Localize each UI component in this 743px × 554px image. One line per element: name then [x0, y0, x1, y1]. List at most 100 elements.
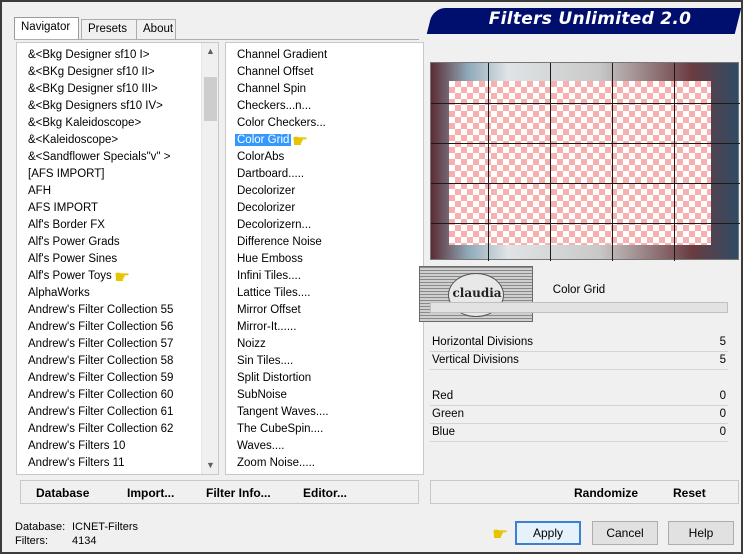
param-slider-track[interactable] [430, 423, 728, 424]
list-item[interactable]: Color Grid [228, 132, 329, 149]
list-item-label: Alf's Power Grads [28, 236, 120, 248]
list-item-label: &<Sandflower Specials"v" > [28, 151, 171, 163]
list-item[interactable]: Mirror Offset [228, 302, 329, 319]
list-item[interactable]: Andrew's Filter Collection 62 [19, 421, 173, 438]
list-item[interactable]: &<Bkg Kaleidoscope> [19, 115, 173, 132]
tab-navigator[interactable]: Navigator [14, 17, 79, 39]
tab-presets[interactable]: Presets [81, 19, 142, 39]
list-item[interactable]: Color Checkers... [228, 115, 329, 132]
cancel-button[interactable]: Cancel [592, 521, 658, 545]
list-item[interactable]: Dartboard..... [228, 166, 329, 183]
scroll-up-icon[interactable]: ▲ [202, 43, 218, 60]
param-label: Red [432, 390, 454, 402]
filter-info-button[interactable]: Filter Info... [206, 486, 271, 500]
list-item[interactable]: Mirror-It...... [228, 319, 329, 336]
list-item[interactable]: Andrew's Filter Collection 55 [19, 302, 173, 319]
list-item[interactable]: &<BKg Designer sf10 III> [19, 81, 173, 98]
list-item[interactable]: Hue Emboss [228, 251, 329, 268]
list-item[interactable]: Difference Noise [228, 234, 329, 251]
list-item[interactable]: The CubeSpin.... [228, 421, 329, 438]
list-item[interactable]: &<Bkg Designer sf10 I> [19, 47, 173, 64]
database-button[interactable]: Database [36, 486, 89, 500]
list-item[interactable]: Andrew's Filters 11 [19, 455, 173, 472]
list-item[interactable]: &<BKg Designer sf10 II> [19, 64, 173, 81]
scroll-down-icon[interactable]: ▼ [202, 457, 218, 474]
list-item-label: Hue Emboss [237, 253, 303, 265]
category-scrollbar[interactable]: ▲ ▼ [201, 43, 218, 474]
list-item[interactable]: Zoom Noise..... [228, 455, 329, 472]
scroll-thumb[interactable] [204, 77, 217, 121]
randomize-button[interactable]: Randomize [574, 486, 638, 500]
list-item-label: Alf's Border FX [28, 219, 105, 231]
list-item-label: &<Bkg Designer sf10 I> [28, 49, 150, 61]
param-blue[interactable]: Blue 0 [430, 426, 728, 442]
list-item[interactable]: Andrew's Filter Collection 59 [19, 370, 173, 387]
list-item[interactable]: Alf's Border FX [19, 217, 173, 234]
tab-about[interactable]: About [136, 19, 176, 39]
help-button[interactable]: Help [668, 521, 734, 545]
list-item[interactable]: Andrew's Filter Collection 58 [19, 353, 173, 370]
list-item[interactable]: &<Bkg Designers sf10 IV> [19, 98, 173, 115]
list-item[interactable]: &<Kaleidoscope> [19, 132, 173, 149]
list-item[interactable]: Checkers...n... [228, 98, 329, 115]
list-item[interactable]: Noizz [228, 336, 329, 353]
list-item[interactable]: [AFS IMPORT] [19, 166, 173, 183]
list-item-label: Andrew's Filter Collection 58 [28, 355, 174, 367]
list-item[interactable]: Decolorizer [228, 200, 329, 217]
list-item[interactable]: AlphaWorks [19, 285, 173, 302]
list-item-label: Noizz [237, 338, 266, 350]
list-item[interactable]: Andrew's Filter Collection 56 [19, 319, 173, 336]
list-item[interactable]: Andrew's Filter Collection 61 [19, 404, 173, 421]
list-item[interactable]: Decolorizer [228, 183, 329, 200]
list-item-label: [AFS IMPORT] [28, 168, 105, 180]
list-item[interactable]: Split Distortion [228, 370, 329, 387]
list-item[interactable]: Tangent Waves.... [228, 404, 329, 421]
param-vertical-divisions[interactable]: Vertical Divisions 5 [430, 354, 728, 370]
list-item[interactable]: Alf's Power Grads [19, 234, 173, 251]
param-green[interactable]: Green 0 [430, 408, 728, 424]
list-item[interactable]: Andrew's Filter Collection 60 [19, 387, 173, 404]
param-red[interactable]: Red 0 [430, 390, 728, 406]
pointing-hand-icon: ☛ [492, 524, 509, 544]
list-item[interactable]: Lattice Tiles.... [228, 285, 329, 302]
list-item[interactable]: Alf's Power Toys [19, 268, 173, 285]
filters-unlimited-window: Filters Unlimited 2.0 Navigator Presets … [0, 0, 743, 554]
list-item-label: AFS IMPORT [28, 202, 99, 214]
category-list[interactable]: &<Bkg Designer sf10 I> &<BKg Designer sf1… [16, 42, 219, 475]
editor-button[interactable]: Editor... [303, 486, 347, 500]
apply-button[interactable]: Apply [515, 521, 581, 545]
list-item[interactable]: AFH [19, 183, 173, 200]
list-item-label: &<Kaleidoscope> [28, 134, 119, 146]
list-item[interactable]: Sin Tiles.... [228, 353, 329, 370]
param-slider-track[interactable] [430, 441, 728, 442]
list-item[interactable]: Infini Tiles.... [228, 268, 329, 285]
list-item-label: Dartboard..... [237, 168, 305, 180]
list-item[interactable]: Channel Spin [228, 81, 329, 98]
list-item[interactable]: ColorAbs [228, 149, 329, 166]
list-item[interactable]: Andrew's Filters 10 [19, 438, 173, 455]
list-item[interactable]: &<Sandflower Specials"v" > [19, 149, 173, 166]
list-item-label: Andrew's Filters 11 [28, 457, 125, 469]
param-slider-track[interactable] [430, 369, 728, 370]
param-value: 0 [719, 390, 726, 402]
param-slider-track[interactable] [430, 351, 728, 352]
list-item[interactable]: Alf's Power Sines [19, 251, 173, 268]
watermark-logo: claudia [419, 266, 533, 322]
list-item-label: Andrew's Filter Collection 56 [28, 321, 174, 333]
list-item[interactable]: Waves.... [228, 438, 329, 455]
list-item[interactable]: Decolorizern... [228, 217, 329, 234]
param-horizontal-divisions[interactable]: Horizontal Divisions 5 [430, 336, 728, 352]
reset-button[interactable]: Reset [673, 486, 706, 500]
filter-list[interactable]: Channel Gradient Channel Offset Channel Sp… [225, 42, 424, 475]
category-rows: &<Bkg Designer sf10 I> &<BKg Designer sf1… [19, 47, 173, 472]
import-button[interactable]: Import... [127, 486, 174, 500]
preview-grid-line [431, 143, 740, 144]
list-item[interactable]: Andrew's Filter Collection 57 [19, 336, 173, 353]
list-item[interactable]: AFS IMPORT [19, 200, 173, 217]
list-item[interactable]: Channel Gradient [228, 47, 329, 64]
list-item-label: Checkers...n... [237, 100, 312, 112]
param-slider-track[interactable] [430, 405, 728, 406]
list-item[interactable]: Channel Offset [228, 64, 329, 81]
list-item[interactable]: SubNoise [228, 387, 329, 404]
preview-pane [430, 62, 740, 261]
